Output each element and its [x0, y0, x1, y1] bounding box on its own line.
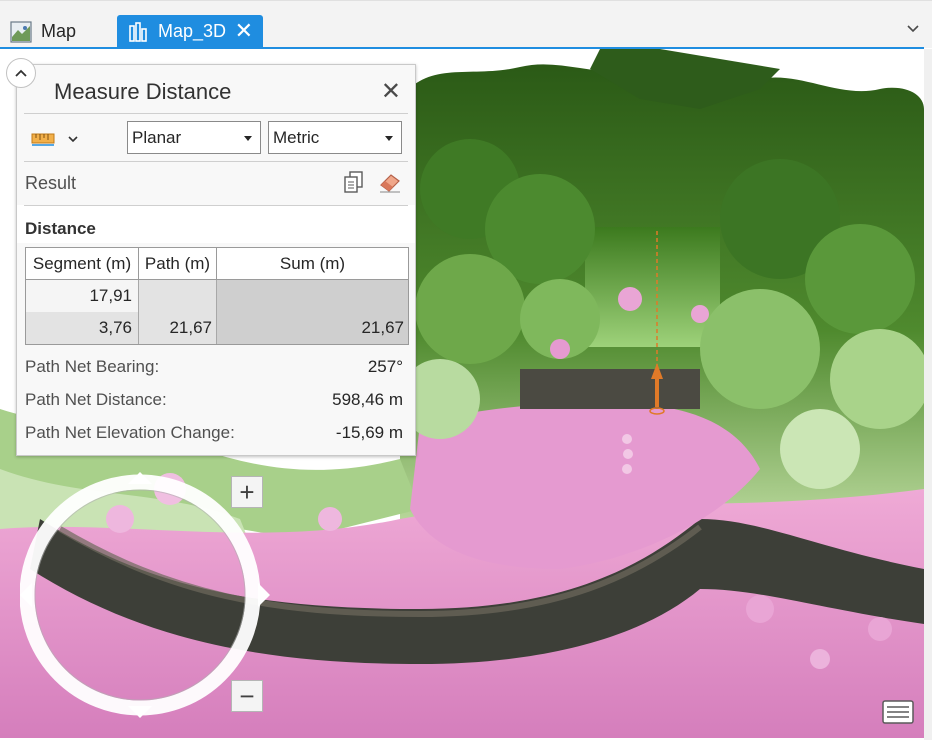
- path-column: 21,67: [139, 280, 217, 344]
- layers-icon[interactable]: [880, 696, 916, 728]
- divider: [24, 161, 408, 162]
- tab-label: Map_3D: [158, 21, 227, 41]
- result-label: Result: [25, 173, 77, 193]
- column-header-path[interactable]: Path (m): [139, 248, 217, 280]
- ruler-icon: [31, 129, 57, 152]
- measure-mode-select[interactable]: Planar: [127, 121, 261, 154]
- caret-down-icon: [244, 136, 252, 141]
- app-window: Map Map_3D ✕ + − Measure Distance ✕ Plan…: [0, 0, 932, 740]
- chevron-down-icon: [67, 131, 79, 149]
- chevron-down-icon[interactable]: [906, 21, 920, 35]
- segment-cell: 17,91: [89, 286, 132, 305]
- eraser-icon[interactable]: [377, 169, 403, 195]
- panel-title: Measure Distance: [54, 79, 232, 104]
- zoom-in-button[interactable]: +: [231, 476, 263, 508]
- navigator-east[interactable]: [258, 583, 270, 607]
- tab-map-3d[interactable]: Map_3D ✕: [117, 15, 263, 48]
- sum-cell: 21,67: [361, 318, 404, 337]
- column-header-sum[interactable]: Sum (m): [217, 248, 408, 280]
- segment-table: Segment (m) Path (m) Sum (m) 17,91 3,76 …: [25, 247, 409, 345]
- net-distance-value: 598,46 m: [332, 390, 403, 409]
- distance-label: Distance: [25, 219, 96, 238]
- select-value: Planar: [132, 128, 182, 147]
- column-header-segment[interactable]: Segment (m): [26, 248, 139, 280]
- tab-label: Map: [41, 21, 77, 41]
- segment-column: 17,91 3,76: [26, 280, 139, 344]
- scene-icon: [127, 21, 149, 43]
- close-icon[interactable]: ✕: [235, 19, 253, 43]
- scene-scrollbar[interactable]: [924, 49, 932, 740]
- close-icon[interactable]: ✕: [381, 77, 401, 106]
- chevron-up-icon: [15, 69, 27, 77]
- path-cell: 21,67: [169, 318, 212, 337]
- elevation-change-label: Path Net Elevation Change:: [25, 423, 235, 442]
- collapse-panel-button[interactable]: [6, 58, 36, 88]
- divider: [24, 205, 408, 206]
- tab-map[interactable]: Map: [10, 15, 110, 48]
- bearing-value: 257°: [367, 357, 403, 376]
- segment-cell: 3,76: [98, 318, 132, 337]
- elevation-change-value: -15,69 m: [335, 423, 403, 442]
- zoom-out-button[interactable]: −: [231, 680, 263, 712]
- caret-down-icon: [385, 136, 393, 141]
- view-tab-bar: Map Map_3D ✕: [0, 0, 932, 50]
- map-icon: [10, 20, 32, 43]
- measure-units-select[interactable]: Metric: [268, 121, 402, 154]
- divider: [24, 113, 408, 114]
- bearing-label: Path Net Bearing:: [25, 357, 160, 376]
- net-distance-label: Path Net Distance:: [25, 390, 167, 409]
- measure-tool-dropdown[interactable]: [31, 127, 85, 153]
- sum-column: 21,67: [217, 280, 408, 344]
- select-value: Metric: [273, 128, 320, 147]
- measure-distance-panel: Measure Distance ✕ Planar Metric Result …: [16, 64, 416, 456]
- copy-icon[interactable]: [341, 169, 367, 195]
